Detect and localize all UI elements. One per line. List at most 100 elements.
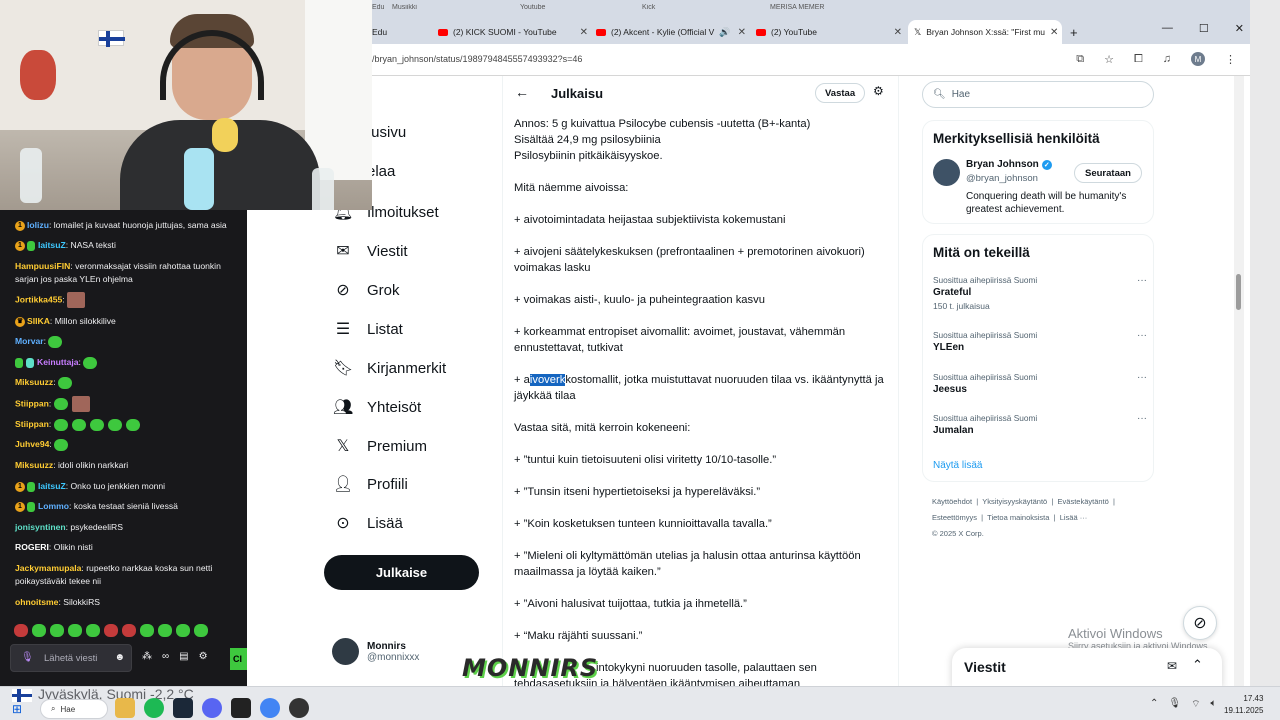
nav-premium[interactable]: 𝕏 Premium	[333, 436, 427, 456]
trend-item[interactable]: Suosittua aihepiirissä Suomi Jumalan ···	[933, 413, 1147, 436]
following-button[interactable]: Seurataan	[1074, 163, 1142, 183]
file-explorer-icon[interactable]	[115, 698, 135, 718]
discord-icon[interactable]	[202, 698, 222, 718]
maximize-icon[interactable]: ☐	[1199, 22, 1209, 35]
microphone-icon[interactable]: 🎙︎	[1168, 698, 1181, 711]
nav-bookmarks[interactable]: 🔖︎ Kirjanmerkit	[333, 358, 446, 378]
trend-item[interactable]: Suosittua aihepiirissä Suomi Jeesus ···	[933, 372, 1147, 395]
emote-icon[interactable]	[176, 624, 190, 637]
chat-username[interactable]: ohnoitsme	[15, 597, 58, 607]
compose-message-icon[interactable]: ✉	[1167, 659, 1177, 673]
chat-username[interactable]: Morvar	[15, 336, 44, 346]
tab-bryan-johnson[interactable]: 𝕏 Bryan Johnson X:ssä: "First mu ✕	[908, 20, 1062, 44]
windows-start-icon[interactable]: ⊞	[12, 702, 22, 716]
clock[interactable]: 17.43 19.11.2025	[1224, 693, 1263, 717]
new-tab-icon[interactable]: +	[1070, 22, 1084, 42]
chat-username[interactable]: Miksuuzz	[15, 460, 53, 470]
profile-avatar-icon[interactable]: M	[1191, 52, 1205, 66]
steam-icon[interactable]	[173, 698, 193, 718]
emote-icon[interactable]	[158, 624, 172, 637]
footer-link[interactable]: Evästekäytäntö	[1058, 497, 1109, 506]
close-icon[interactable]: ✕	[580, 27, 588, 38]
emote-icon[interactable]	[122, 624, 136, 637]
chat-username[interactable]: lolizu	[27, 220, 49, 230]
close-window-icon[interactable]: ✕	[1235, 22, 1244, 35]
spotify-icon[interactable]	[144, 698, 164, 718]
chrome-icon[interactable]	[260, 698, 280, 718]
search-input[interactable]: 🔍︎ Hae	[922, 81, 1154, 108]
nav-messages[interactable]: ✉ Viestit	[333, 241, 407, 261]
star-icon[interactable]: ☆	[1104, 53, 1114, 66]
obs-icon[interactable]	[289, 698, 309, 718]
reply-button[interactable]: Vastaa	[815, 83, 866, 103]
chat-username[interactable]: jonisyntinen	[15, 522, 66, 532]
emote-icon[interactable]	[14, 624, 28, 637]
nav-grok[interactable]: ⊘ Grok	[333, 280, 399, 300]
messages-drawer[interactable]: Viestit ✉ ⌃	[952, 648, 1222, 686]
chat-username[interactable]: HampuusiFIN	[15, 261, 70, 271]
chat-username[interactable]: Lommo	[38, 501, 69, 511]
back-arrow-icon[interactable]: ←	[515, 84, 529, 100]
grok-button[interactable]: ⊘	[1183, 606, 1217, 640]
top-tab-3[interactable]: Youtube	[520, 4, 610, 18]
speaker-icon[interactable]: 🔊	[719, 27, 730, 38]
minimize-icon[interactable]: —	[1162, 22, 1173, 35]
chat-username[interactable]: Stiippan	[15, 398, 49, 408]
url-field[interactable]: /bryan_johnson/status/198979484555749393…	[372, 54, 582, 64]
chat-username[interactable]: SIIKA	[27, 316, 50, 326]
chat-username[interactable]: Jortikka455	[15, 294, 62, 304]
emoji-icon[interactable]: ☻	[114, 652, 125, 663]
emote-icon[interactable]	[104, 624, 118, 637]
chat-username[interactable]: Stiippan	[15, 419, 49, 429]
settings-icon[interactable]: ⚙	[199, 651, 208, 662]
x-app-icon[interactable]	[231, 698, 251, 718]
top-tab-5[interactable]: MERISA MEMER	[770, 4, 860, 18]
scrollbar[interactable]	[1234, 76, 1244, 686]
nav-more[interactable]: ⊙ Lisää	[333, 513, 403, 533]
emote-icon[interactable]	[32, 624, 46, 637]
chat-username[interactable]: Miksuuzz	[15, 377, 53, 387]
more-icon[interactable]: ···	[1137, 330, 1147, 341]
microphone-icon[interactable]: 🎙︎	[21, 652, 34, 663]
close-icon[interactable]: ✕	[894, 27, 902, 38]
chat-input[interactable]: 🎙︎ Lähetä viesti ☻	[10, 644, 132, 672]
nav-lists[interactable]: ☰ Listat	[333, 319, 403, 339]
chevron-up-icon[interactable]: ⌃	[1150, 698, 1158, 711]
emote-icon[interactable]	[86, 624, 100, 637]
menu-icon[interactable]: ⋮	[1225, 53, 1236, 66]
extensions-icon[interactable]: ⧠	[1134, 53, 1143, 66]
tab-kick-suomi[interactable]: (2) KICK SUOMI - YouTube ✕	[438, 22, 588, 42]
more-icon[interactable]: ···	[1137, 372, 1147, 383]
text-selection[interactable]: ivoverk	[529, 374, 566, 386]
emote-icon[interactable]	[194, 624, 208, 637]
footer-link[interactable]: Käyttöehdot	[932, 497, 972, 506]
more-icon[interactable]: ···	[1137, 413, 1147, 424]
chat-username[interactable]: Jackymamupala	[15, 563, 81, 573]
trend-item[interactable]: Suosittua aihepiirissä Suomi Grateful 15…	[933, 275, 1147, 311]
tab-akcent[interactable]: (2) Akcent - Kylie (Official V 🔊 ✕	[596, 22, 746, 42]
scrollbar-thumb[interactable]	[1236, 274, 1241, 310]
close-icon[interactable]: ✕	[1050, 27, 1058, 38]
expand-up-icon[interactable]: ⌃	[1192, 657, 1203, 673]
emote-icon[interactable]	[50, 624, 64, 637]
footer-link[interactable]: Yksityisyyskäytäntö	[982, 497, 1047, 506]
tab-edu[interactable]: Edu	[372, 22, 422, 42]
chat-username[interactable]: ROGERI	[15, 542, 49, 552]
close-icon[interactable]: ✕	[738, 27, 746, 38]
volume-icon[interactable]: 🔈︎	[1211, 698, 1217, 711]
media-icon[interactable]: ♫	[1163, 53, 1171, 65]
taskbar-search[interactable]: ⌕ Hae	[40, 699, 108, 719]
footer-link[interactable]: Lisää ···	[1060, 513, 1088, 522]
install-icon[interactable]: ⧉	[1076, 53, 1084, 66]
emote-icon[interactable]	[140, 624, 154, 637]
chat-username[interactable]: Juhve94	[15, 439, 49, 449]
top-tab-2[interactable]: Musiikki	[392, 4, 482, 18]
show-more-link[interactable]: Näytä lisää	[933, 460, 982, 471]
top-tab-4[interactable]: Kick	[642, 4, 732, 18]
nav-profile[interactable]: 👤︎ Profiili	[333, 474, 408, 494]
chat-username[interactable]: laitsuZ	[38, 240, 66, 250]
footer-link[interactable]: Tietoa mainoksista	[987, 513, 1049, 522]
chat-username[interactable]: laitsuZ	[38, 481, 66, 491]
store-icon[interactable]: ▤	[179, 651, 188, 662]
trend-item[interactable]: Suosittua aihepiirissä Suomi YLEen ···	[933, 330, 1147, 353]
